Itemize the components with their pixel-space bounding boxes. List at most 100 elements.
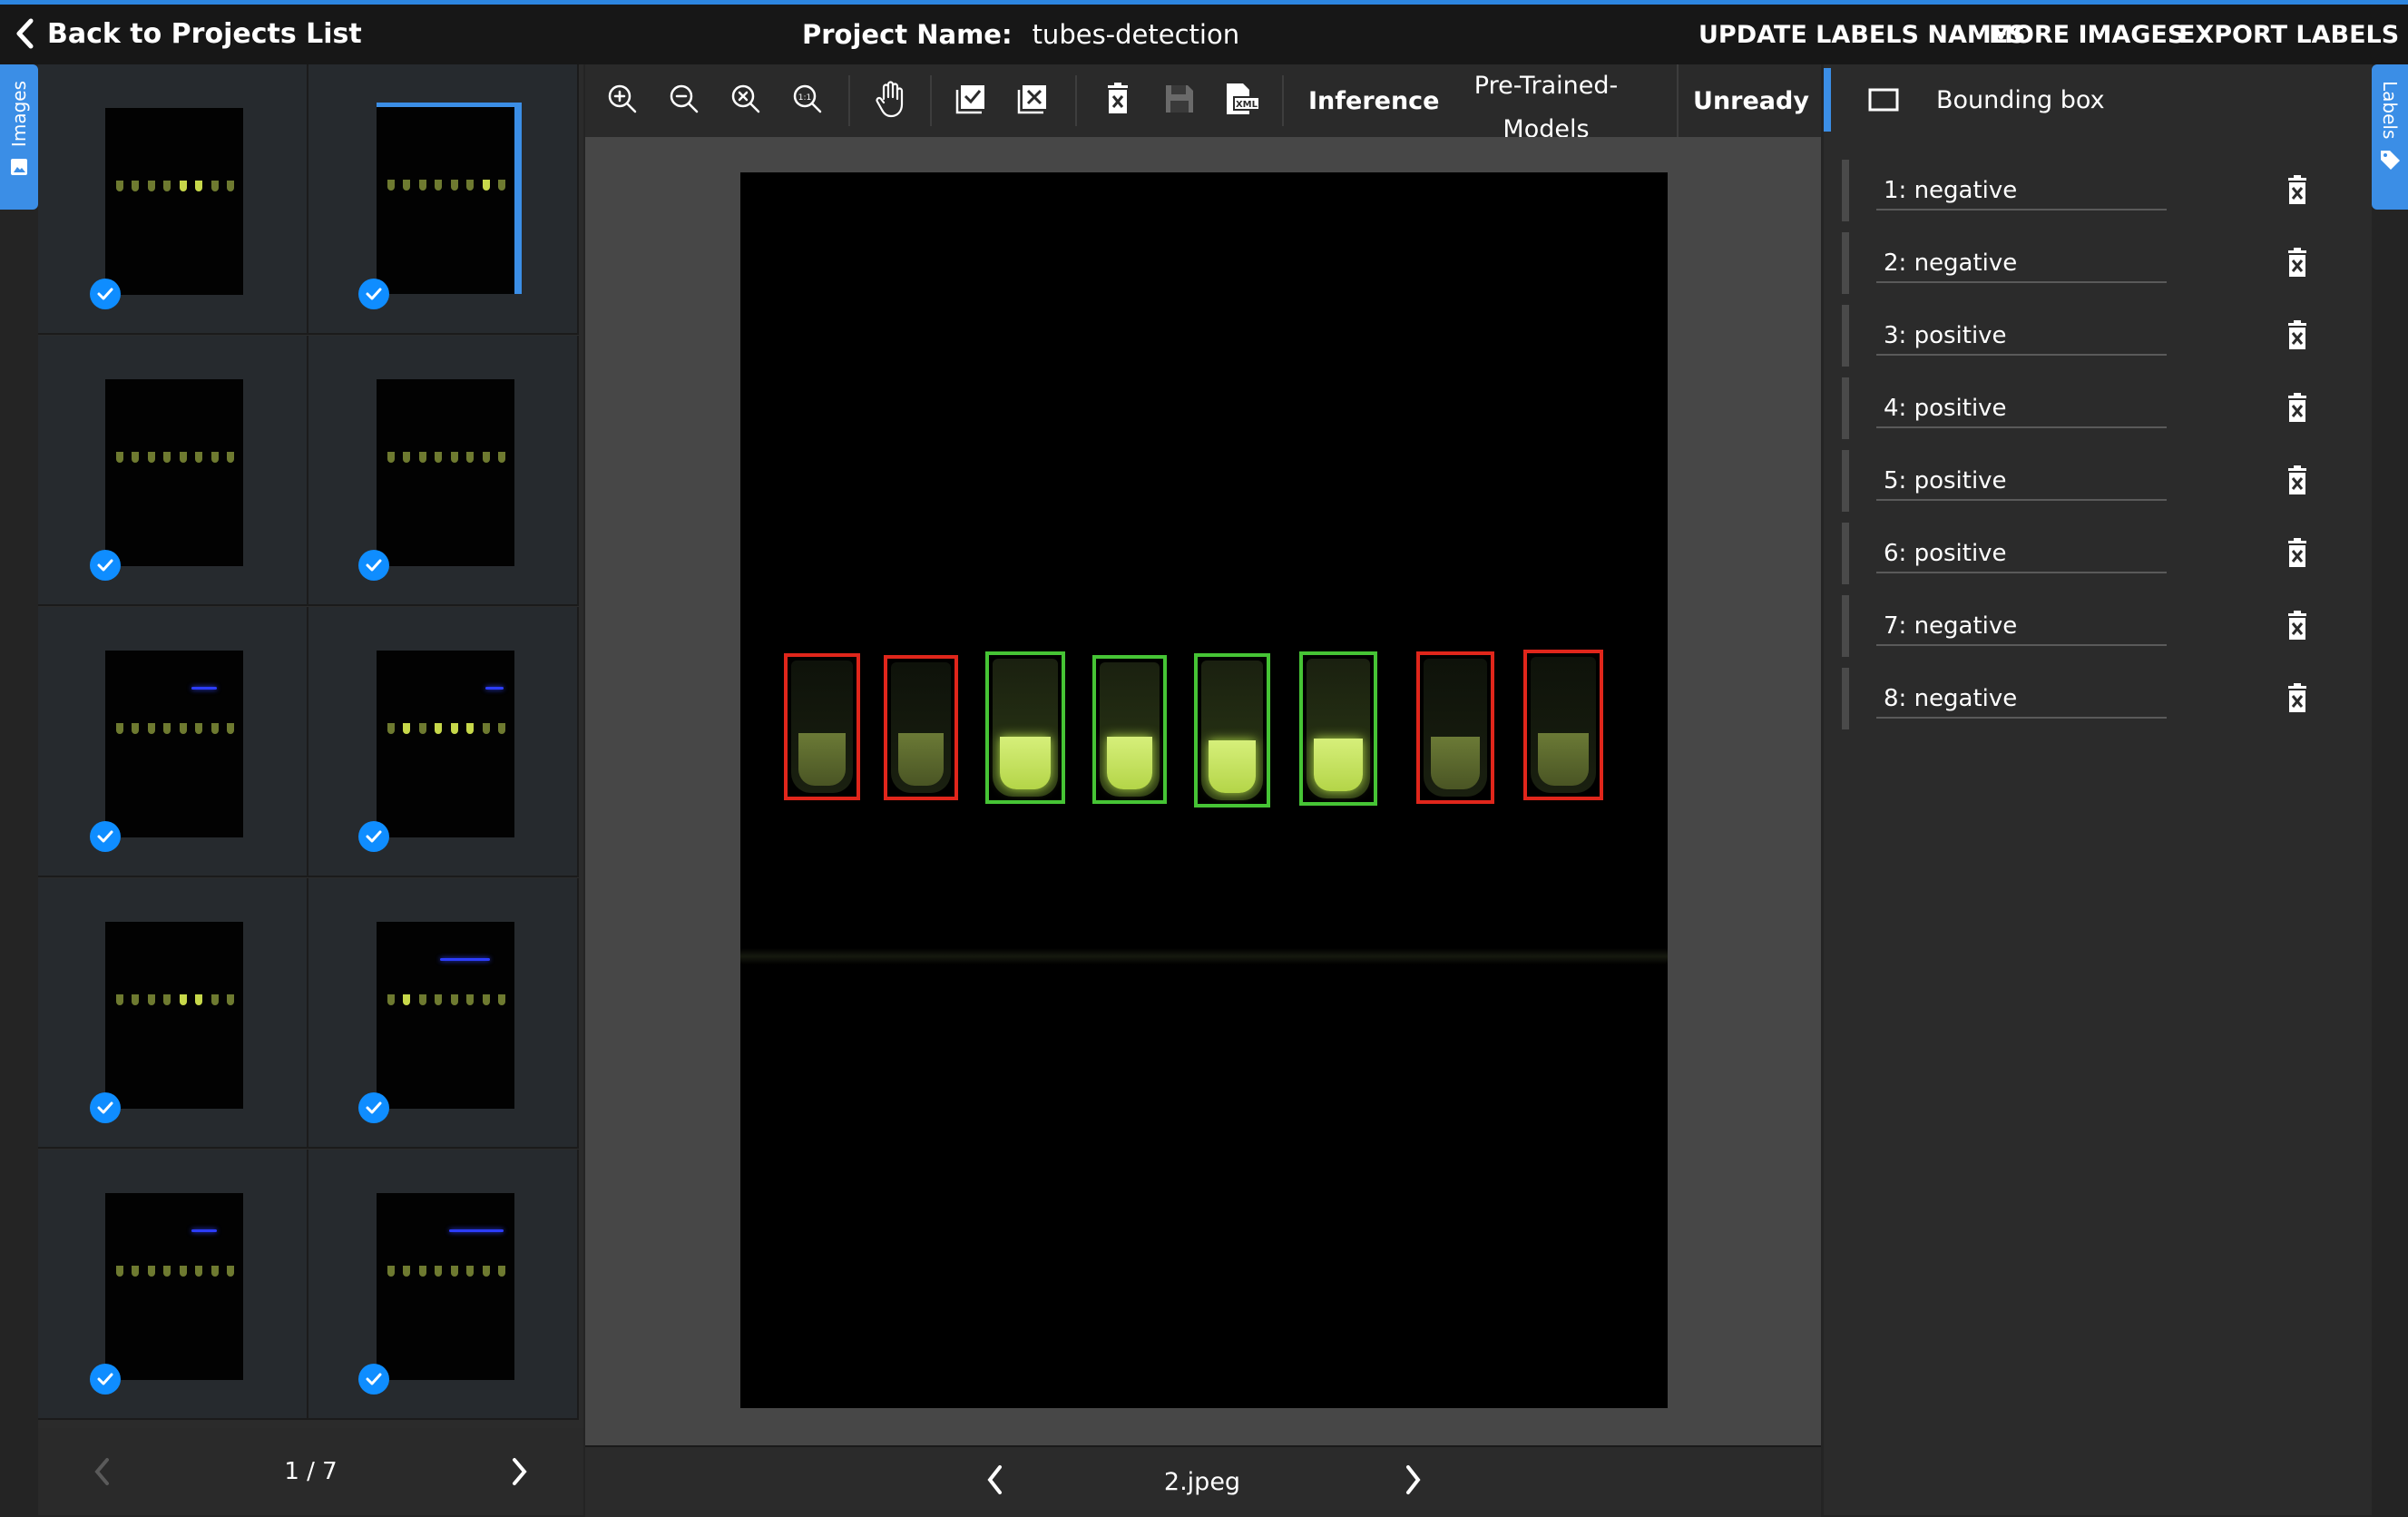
more-images-button[interactable]: MORE IMAGES [1989, 13, 2185, 56]
toolbar-divider [848, 75, 850, 126]
trash-icon [2281, 538, 2314, 573]
bounding-box-positive[interactable] [985, 651, 1065, 804]
image-filename: 2.jpeg [1163, 1467, 1241, 1496]
label-row[interactable]: 2: negative [1842, 232, 2350, 294]
checkmark-icon [358, 1092, 389, 1123]
label-row[interactable]: 5: positive [1842, 450, 2350, 512]
delete-label-button[interactable] [2281, 392, 2314, 425]
label-row[interactable]: 6: positive [1842, 523, 2350, 584]
bounding-box-positive[interactable] [1092, 655, 1167, 804]
bounding-box-negative[interactable] [784, 653, 860, 800]
thumbnail-item[interactable] [38, 607, 308, 877]
thumbnail-tubes [387, 994, 505, 1005]
thumbnail-tubes [387, 180, 505, 191]
accept-all-button[interactable] [950, 78, 995, 123]
thumbnail-item[interactable] [308, 64, 579, 335]
zoom-out-button[interactable] [661, 78, 707, 123]
image-shelf [740, 948, 1668, 964]
pretrained-models-button[interactable]: Pre-Trained- Models [1452, 64, 1640, 143]
label-row[interactable]: 1: negative [1842, 160, 2350, 221]
thumbnail-item[interactable] [38, 336, 308, 606]
zoom-fit-icon [728, 81, 764, 121]
update-labels-names-button[interactable]: UPDATE LABELS NAMES [1698, 13, 2026, 56]
delete-label-button[interactable] [2281, 682, 2314, 715]
export-xml-button[interactable]: XML [1219, 78, 1264, 123]
thumbnail-item[interactable] [38, 1150, 308, 1420]
thumbnail-tubes [387, 452, 505, 463]
labels-side-tab[interactable]: Labels [2372, 64, 2408, 210]
label-name[interactable]: 8: negative [1876, 680, 2167, 719]
thumbnail-item[interactable] [308, 878, 579, 1149]
rectangle-icon [1867, 87, 1900, 113]
label-name[interactable]: 4: positive [1876, 390, 2167, 428]
thumbnail-tubes [116, 994, 234, 1005]
thumbs-next-button[interactable] [511, 1457, 529, 1486]
bounding-box-negative[interactable] [884, 655, 958, 800]
delete-label-button[interactable] [2281, 465, 2314, 497]
bounding-box-negative[interactable] [1416, 651, 1494, 804]
delete-label-button[interactable] [2281, 174, 2314, 207]
label-name[interactable]: 7: negative [1876, 608, 2167, 646]
label-row[interactable]: 7: negative [1842, 595, 2350, 657]
status-badge[interactable]: Unready [1677, 64, 1824, 137]
trash-icon [2281, 393, 2314, 428]
bounding-box-label: Bounding box [1936, 85, 2105, 114]
bounding-box-positive[interactable] [1194, 653, 1270, 807]
thumbnail-item[interactable] [308, 336, 579, 606]
trash-icon [2281, 248, 2314, 283]
bounding-box-positive[interactable] [1299, 651, 1377, 806]
reject-all-button[interactable] [1012, 78, 1057, 123]
delete-label-button[interactable] [2281, 610, 2314, 642]
label-name[interactable]: 6: positive [1876, 535, 2167, 573]
label-name[interactable]: 5: positive [1876, 463, 2167, 501]
prev-image-button[interactable] [985, 1464, 1003, 1495]
hand-icon [873, 79, 909, 122]
thumbnail-item[interactable] [308, 1150, 579, 1420]
zoom-fit-button[interactable] [723, 78, 768, 123]
delete-button[interactable] [1095, 78, 1140, 123]
label-row[interactable]: 8: negative [1842, 668, 2350, 729]
bounding-box-negative[interactable] [1523, 650, 1603, 800]
bounding-box-tool[interactable]: Bounding box [1867, 82, 2105, 118]
project-name-label: Project Name: [802, 19, 1013, 50]
label-name[interactable]: 1: negative [1876, 172, 2167, 210]
thumbnail-light-streak [485, 687, 504, 690]
inference-button[interactable]: Inference [1308, 64, 1440, 137]
checkmark-icon [90, 1364, 121, 1395]
zoom-out-icon [666, 81, 702, 121]
thumbnail-item[interactable] [38, 64, 308, 335]
label-name[interactable]: 2: negative [1876, 245, 2167, 283]
thumbnail-item[interactable] [308, 607, 579, 877]
checkmark-icon [90, 550, 121, 581]
checkmark-icon [90, 821, 121, 852]
thumbs-prev-button[interactable] [93, 1457, 111, 1486]
checkbox-check-icon [954, 81, 991, 121]
label-name[interactable]: 3: positive [1876, 318, 2167, 356]
zoom-reset-button[interactable]: 1:1 [785, 78, 830, 123]
checkmark-icon [358, 1364, 389, 1395]
checkmark-icon [358, 550, 389, 581]
floppy-disk-icon [1161, 81, 1198, 121]
pan-button[interactable] [868, 78, 914, 123]
image-viewer[interactable] [740, 172, 1668, 1408]
thumbnail-image [377, 103, 522, 294]
export-labels-button[interactable]: EXPORT LABELS [2178, 13, 2399, 56]
tag-icon [2378, 148, 2402, 175]
trash-icon [2281, 683, 2314, 719]
checkmark-icon [90, 279, 121, 309]
label-row[interactable]: 4: positive [1842, 377, 2350, 439]
thumbnail-item[interactable] [38, 878, 308, 1149]
delete-label-button[interactable] [2281, 247, 2314, 279]
save-button[interactable] [1157, 78, 1202, 123]
thumbnail-tubes [387, 1266, 505, 1277]
thumbnail-light-streak [191, 687, 217, 690]
label-row-handle [1842, 595, 1849, 657]
delete-label-button[interactable] [2281, 319, 2314, 352]
next-image-button[interactable] [1405, 1464, 1423, 1495]
label-row[interactable]: 3: positive [1842, 305, 2350, 367]
zoom-in-button[interactable] [600, 78, 645, 123]
images-side-tab[interactable]: Images [0, 64, 38, 210]
back-to-projects-button[interactable]: Back to Projects List [15, 11, 362, 56]
delete-label-button[interactable] [2281, 537, 2314, 570]
panel-accent-bar [1824, 68, 1831, 132]
